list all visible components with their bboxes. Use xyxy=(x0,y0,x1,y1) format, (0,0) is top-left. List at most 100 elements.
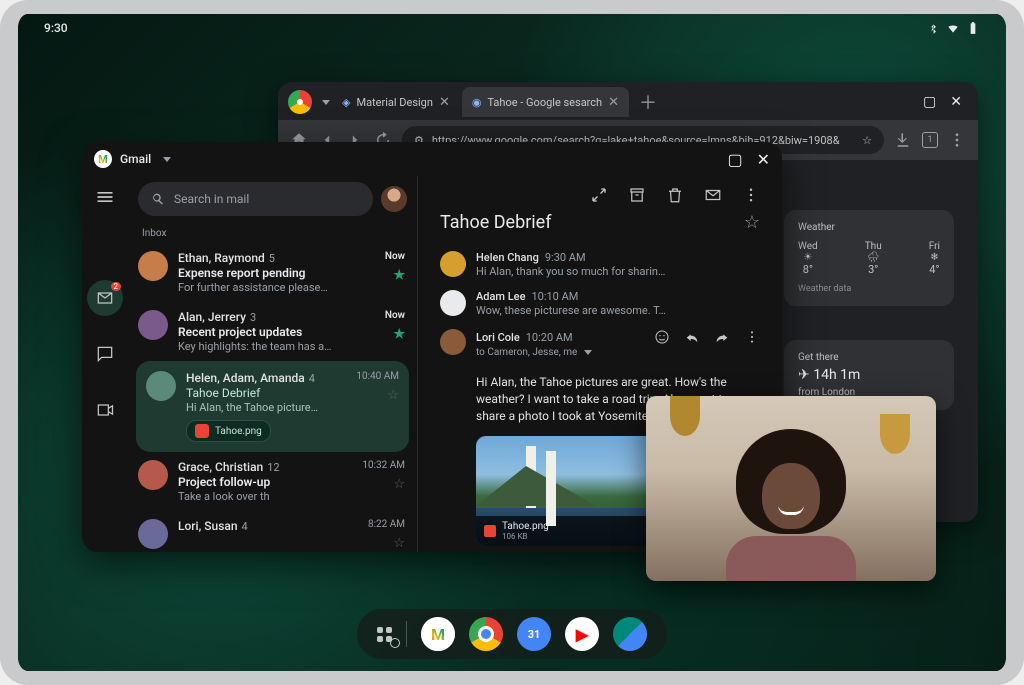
mail-time: 10:32 AM xyxy=(362,460,405,471)
mail-from: Ethan, Raymond xyxy=(178,251,265,265)
archive-icon[interactable] xyxy=(628,186,646,204)
mark-unread-icon[interactable] xyxy=(704,186,722,204)
tab-title: Material Design xyxy=(356,96,432,109)
maximize-icon[interactable]: ▢ xyxy=(727,150,742,169)
search-icon xyxy=(150,191,166,207)
mail-subject: Project follow-up xyxy=(178,475,352,489)
star-icon[interactable]: ☆ xyxy=(744,212,760,233)
gmail-window-controls: ▢ ✕ xyxy=(727,150,770,169)
tab-close-icon[interactable]: ✕ xyxy=(608,95,619,110)
sender-name: Lori Cole xyxy=(476,331,520,344)
message-time: 9:30 AM xyxy=(545,251,586,264)
new-tab-button[interactable]: ＋ xyxy=(631,89,665,115)
star-icon[interactable]: ☆ xyxy=(387,388,399,403)
mail-item[interactable]: Helen, Adam, Amanda 4 Tahoe Debrief Hi A… xyxy=(136,361,409,452)
mail-count: 4 xyxy=(309,372,315,385)
weather-icon: ❄ xyxy=(929,252,940,263)
tab-count-icon[interactable]: 1 xyxy=(922,132,938,148)
rail-mail-button[interactable]: 2 xyxy=(87,280,123,316)
image-file-icon xyxy=(195,424,209,438)
star-icon[interactable]: ☆ xyxy=(393,536,405,551)
mail-preview: Key highlights: the team has a… xyxy=(178,340,375,353)
bookmark-star-icon[interactable]: ☆ xyxy=(862,134,872,147)
bluetooth-icon xyxy=(926,21,940,35)
search-placeholder: Search in mail xyxy=(174,192,249,206)
taskbar-gmail-icon[interactable] xyxy=(421,617,455,651)
weather-icon: ☀ xyxy=(798,252,818,263)
collapsed-message[interactable]: Adam Lee10:10 AM Wow, these picturese ar… xyxy=(422,284,778,323)
rail-meet-button[interactable] xyxy=(87,392,123,428)
recipients[interactable]: to Cameron, Jesse, me xyxy=(476,347,577,358)
weather-card[interactable]: Weather Wed☀8° Thu🌧3° Fri❄4° Weather dat… xyxy=(784,210,954,306)
browser-tab[interactable]: ◈ Material Design ✕ xyxy=(332,87,460,117)
forward-icon[interactable] xyxy=(714,329,730,345)
video-call-pip[interactable] xyxy=(646,396,936,581)
rail-chat-button[interactable] xyxy=(87,336,123,372)
star-icon[interactable]: ☆ xyxy=(393,477,405,492)
app-drawer-button[interactable] xyxy=(377,627,392,642)
travel-duration: 14h 1m xyxy=(813,367,860,383)
menu-button[interactable] xyxy=(87,184,123,210)
expand-icon[interactable] xyxy=(590,186,608,204)
weather-day: Wed xyxy=(798,241,818,252)
reply-icon[interactable] xyxy=(684,329,700,345)
taskbar-meet-icon[interactable] xyxy=(613,617,647,651)
more-icon[interactable] xyxy=(744,329,760,345)
star-icon[interactable]: ★ xyxy=(393,327,405,342)
more-icon[interactable] xyxy=(742,186,760,204)
battery-icon xyxy=(966,21,980,35)
attachment-chip[interactable]: Tahoe.png xyxy=(186,420,271,442)
close-icon[interactable]: ✕ xyxy=(757,150,770,169)
expanded-message-header[interactable]: Lori Cole 10:20 AM to Cameron, Jesse, me xyxy=(422,323,778,364)
mail-preview: Take a look over th xyxy=(178,490,352,503)
emoji-icon[interactable] xyxy=(654,329,670,345)
tab-favicon: ◈ xyxy=(342,96,350,109)
maximize-icon[interactable]: ▢ xyxy=(923,94,936,110)
taskbar-youtube-icon[interactable]: ▶ xyxy=(565,617,599,651)
weather-temp: 4° xyxy=(929,263,940,276)
mail-item[interactable]: Ethan, Raymond 5 Expense report pending … xyxy=(128,243,417,302)
status-time: 9:30 xyxy=(44,21,68,35)
browser-tab[interactable]: ◉ Tahoe - Google sesarch ✕ xyxy=(462,87,629,117)
weather-temp: 8° xyxy=(798,263,818,276)
chevron-down-icon[interactable] xyxy=(163,157,171,162)
mail-subject: Tahoe Debrief xyxy=(186,386,346,400)
download-icon[interactable] xyxy=(894,131,912,149)
tab-close-icon[interactable]: ✕ xyxy=(439,95,450,110)
star-icon[interactable]: ★ xyxy=(393,268,405,283)
chrome-app-icon[interactable] xyxy=(288,90,312,114)
sender-avatar xyxy=(440,251,466,277)
taskbar-calendar-icon[interactable]: 31 xyxy=(517,617,551,651)
chat-icon xyxy=(95,344,115,364)
attachment-name: Tahoe.png xyxy=(502,521,549,532)
sender-name: Helen Chang xyxy=(476,251,539,264)
mail-from: Helen, Adam, Amanda xyxy=(186,371,305,385)
thread-title: Tahoe Debrief xyxy=(440,212,744,233)
gmail-title: Gmail xyxy=(120,152,151,166)
inbox-label: Inbox xyxy=(128,222,417,243)
sender-avatar xyxy=(440,329,466,355)
delete-icon[interactable] xyxy=(666,186,684,204)
taskbar-chrome-icon[interactable] xyxy=(469,617,503,651)
mail-from: Alan, Jerrery xyxy=(178,310,246,324)
more-icon[interactable] xyxy=(948,131,966,149)
chevron-down-icon[interactable] xyxy=(584,350,592,355)
mail-item[interactable]: Grace, Christian 12 Project follow-up Ta… xyxy=(128,452,417,511)
chrome-menu-chevron-icon[interactable] xyxy=(322,100,330,105)
travel-label: Get there xyxy=(798,352,940,363)
search-input[interactable]: Search in mail xyxy=(138,182,373,216)
close-icon[interactable]: ✕ xyxy=(950,94,962,110)
taskbar: 31 ▶ xyxy=(357,609,667,659)
mail-count: 5 xyxy=(269,252,275,265)
account-avatar[interactable] xyxy=(381,186,407,212)
sender-avatar xyxy=(138,460,168,490)
wifi-icon xyxy=(946,21,960,35)
gmail-app-icon xyxy=(94,150,112,168)
mail-preview: For further assistance please… xyxy=(178,281,375,294)
collapsed-message[interactable]: Helen Chang9:30 AM Hi Alan, thank you so… xyxy=(422,245,778,284)
separator xyxy=(406,621,407,647)
sender-avatar xyxy=(138,251,168,281)
mail-item[interactable]: Lori, Susan 4 8:22 AM ☆ xyxy=(128,511,417,552)
mail-item[interactable]: Alan, Jerrery 3 Recent project updates K… xyxy=(128,302,417,361)
sender-avatar xyxy=(138,310,168,340)
